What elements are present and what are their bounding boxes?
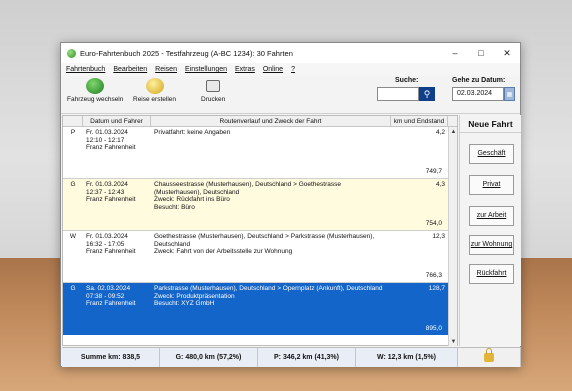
table-row[interactable]: P Fr. 01.03.2024 12:10 - 12:17 Franz Fah…: [63, 127, 457, 179]
trip-purpose: Zweck: Rückfahrt ins Büro: [154, 196, 230, 203]
trip-route: Chausseestrasse (Musterhausen), Deutschl…: [151, 179, 391, 230]
vehicle-change-button[interactable]: Fahrzeug wechseln: [67, 78, 123, 103]
goto-date-label: Gehe zu Datum:: [452, 77, 506, 84]
trip-driver: Franz Fahrenheit: [86, 248, 136, 255]
vehicle-change-label: Fahrzeug wechseln: [67, 96, 124, 103]
app-icon: [67, 48, 76, 58]
trip-time: 12:37 - 12:43: [86, 188, 125, 196]
minimize-button[interactable]: –: [442, 43, 468, 63]
trip-driver: Franz Fahrenheit: [86, 300, 136, 307]
trip-date-driver: Fr. 01.03.2024 16:32 - 17:05 Franz Fahre…: [83, 231, 151, 282]
trip-date-driver: Fr. 01.03.2024 12:37 - 12:43 Franz Fahre…: [83, 179, 151, 230]
status-business-km: G: 480,0 km (57,2%): [160, 348, 258, 367]
trip-list: Datum und Fahrer Routenverlauf und Zweck…: [62, 115, 458, 346]
status-private-km: P: 346,2 km (41,3%): [258, 348, 356, 367]
trip-type: W: [69, 233, 77, 240]
trip-odometer: 766,3: [425, 272, 442, 279]
menu-reisen[interactable]: Reisen: [155, 66, 177, 73]
create-trip-button[interactable]: Reise erstellen: [133, 78, 176, 103]
print-button[interactable]: Drucken: [201, 78, 225, 103]
trip-route-text: Privatfahrt: keine Angaben: [154, 129, 231, 136]
trip-date-driver: Sa. 02.03.2024 07:38 - 09:52 Franz Fahre…: [83, 283, 151, 335]
car-icon: [86, 78, 105, 94]
trip-visited: Besucht: Büro: [154, 203, 195, 211]
menu-online[interactable]: Online: [263, 66, 283, 73]
trip-type: G: [70, 285, 76, 292]
private-trip-button[interactable]: Privat: [469, 175, 514, 195]
trip-purpose: Zweck: Fahrt von der Arbeitsstelle zur W…: [154, 248, 293, 255]
trip-route-text: Parkstrasse (Musterhausen), Deutschland …: [154, 285, 383, 292]
trip-route: Goethestrasse (Musterhausen), Deutschlan…: [151, 231, 391, 282]
new-trip-title: Neue Fahrt: [460, 119, 521, 133]
print-label: Drucken: [201, 96, 226, 103]
status-bar: Summe km: 838,5 G: 480,0 km (57,2%) P: 3…: [62, 347, 521, 367]
to-work-button[interactable]: zur Arbeit: [469, 206, 514, 226]
scroll-down-icon[interactable]: ▼: [449, 337, 458, 346]
trip-odometer: 749,7: [425, 168, 442, 175]
trip-route-text: Goethestrasse (Musterhausen), Deutschlan…: [154, 233, 375, 248]
maximize-button[interactable]: □: [468, 43, 494, 63]
table-header: Datum und Fahrer Routenverlauf und Zweck…: [63, 116, 457, 127]
trip-driver: Franz Fahrenheit: [86, 196, 136, 203]
search-icon[interactable]: ⚲: [419, 87, 435, 101]
header-route[interactable]: Routenverlauf und Zweck der Fahrt: [151, 116, 391, 126]
trip-time: 16:32 - 17:05: [86, 240, 125, 248]
header-km[interactable]: km und Endstand: [391, 116, 448, 126]
to-home-button[interactable]: zur Wohnung: [469, 235, 514, 255]
trip-route: Parkstrasse (Musterhausen), Deutschland …: [151, 283, 391, 335]
calendar-icon[interactable]: ▦: [504, 87, 515, 101]
trip-date: Sa. 02.03.2024: [86, 285, 131, 292]
trip-date: Fr. 01.03.2024: [86, 129, 128, 136]
goto-date-input[interactable]: 02.03.2024: [452, 87, 504, 101]
trip-type: P: [70, 129, 76, 136]
trip-time: 07:38 - 09:52: [86, 292, 125, 300]
trip-visited: Besucht: XYZ GmbH: [154, 300, 215, 307]
printer-icon: [204, 78, 222, 94]
vertical-scrollbar[interactable]: ▲ ▼: [448, 127, 457, 346]
status-total-km: Summe km: 838,5: [62, 348, 160, 367]
table-row[interactable]: W Fr. 01.03.2024 16:32 - 17:05 Franz Fah…: [63, 231, 457, 283]
toolbar: Fahrzeug wechseln Reise erstellen Drucke…: [61, 76, 520, 114]
new-trip-panel: Neue Fahrt Geschäft Privat zur Arbeit zu…: [459, 115, 521, 346]
status-commute-km: W: 12,3 km (1,5%): [356, 348, 458, 367]
trip-date: Fr. 01.03.2024: [86, 181, 128, 188]
trip-date-driver: Fr. 01.03.2024 12:10 - 12:17 Franz Fahre…: [83, 127, 151, 178]
menu-extras[interactable]: Extras: [235, 66, 255, 73]
search-box: ⚲: [377, 87, 435, 101]
lock-icon: [484, 348, 494, 362]
trip-time: 12:10 - 12:17: [86, 136, 125, 144]
scroll-up-icon[interactable]: ▲: [449, 127, 458, 136]
business-trip-button[interactable]: Geschäft: [469, 144, 514, 164]
lock-button[interactable]: [458, 348, 521, 367]
menu-fahrtenbuch[interactable]: Fahrtenbuch: [66, 66, 105, 73]
route-icon: [145, 78, 164, 94]
app-window: Euro-Fahrtenbuch 2025 - Testfahrzeug (A-…: [60, 42, 521, 367]
menu-help[interactable]: ?: [291, 66, 295, 73]
menu-einstellungen[interactable]: Einstellungen: [185, 66, 227, 73]
trip-odometer: 754,0: [425, 220, 442, 227]
close-button[interactable]: ✕: [494, 43, 520, 63]
menu-bar: Fahrtenbuch Bearbeiten Reisen Einstellun…: [61, 63, 520, 76]
table-row[interactable]: G Fr. 01.03.2024 12:37 - 12:43 Franz Fah…: [63, 179, 457, 231]
trip-date: Fr. 01.03.2024: [86, 233, 128, 240]
header-type: [63, 116, 83, 126]
window-title: Euro-Fahrtenbuch 2025 - Testfahrzeug (A-…: [80, 48, 293, 58]
table-row-selected[interactable]: G Sa. 02.03.2024 07:38 - 09:52 Franz Fah…: [63, 283, 457, 335]
trip-odometer: 895,0: [425, 325, 442, 332]
trip-driver: Franz Fahrenheit: [86, 144, 136, 151]
menu-bearbeiten[interactable]: Bearbeiten: [113, 66, 147, 73]
header-date-driver[interactable]: Datum und Fahrer: [83, 116, 151, 126]
trip-route-text: Chausseestrasse (Musterhausen), Deutschl…: [154, 181, 341, 196]
goto-date-box: 02.03.2024 ▦: [452, 87, 515, 101]
create-trip-label: Reise erstellen: [133, 96, 176, 103]
title-bar: Euro-Fahrtenbuch 2025 - Testfahrzeug (A-…: [61, 43, 520, 63]
trip-route: Privatfahrt: keine Angaben: [151, 127, 391, 178]
return-trip-button[interactable]: Rückfahrt: [469, 264, 514, 284]
trip-purpose: Zweck: Produktpräsentation: [154, 292, 235, 300]
search-input[interactable]: [377, 87, 419, 101]
search-label: Suche:: [395, 77, 419, 84]
trip-type: G: [70, 181, 76, 188]
